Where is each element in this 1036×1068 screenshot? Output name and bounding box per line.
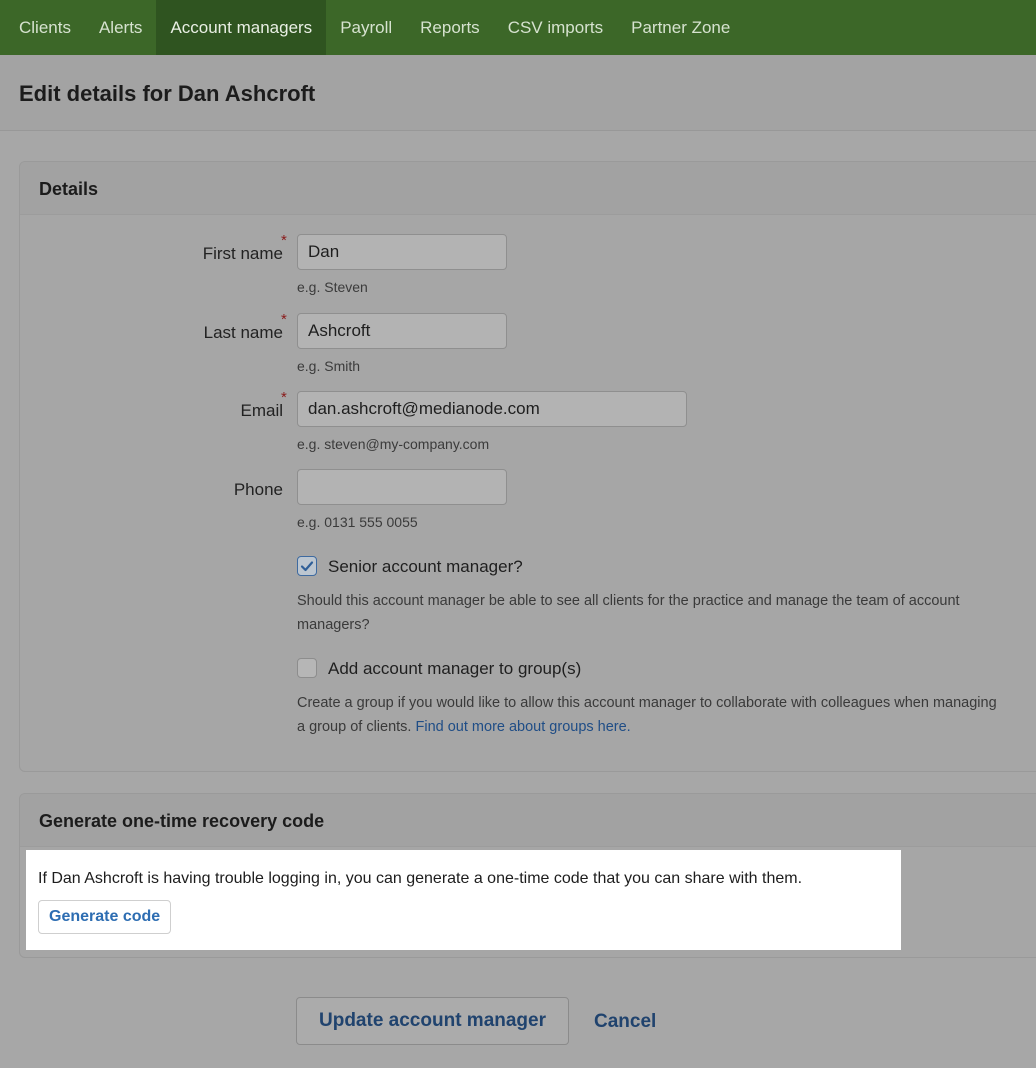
senior-account-manager-checkbox[interactable] — [297, 556, 317, 576]
last-name-required-marker: * — [281, 311, 287, 328]
phone-input[interactable] — [297, 469, 507, 505]
recovery-highlight-box: If Dan Ashcroft is having trouble loggin… — [26, 850, 901, 950]
update-account-manager-button[interactable]: Update account manager — [296, 997, 569, 1045]
email-label: Email — [240, 401, 283, 420]
details-panel-header: Details — [20, 162, 1036, 215]
recovery-description: If Dan Ashcroft is having trouble loggin… — [38, 870, 803, 887]
add-to-groups-checkbox[interactable] — [297, 658, 317, 678]
add-to-groups-description: Create a group if you would like to allo… — [297, 691, 997, 739]
recovery-panel-title: Generate one-time recovery code — [39, 811, 325, 831]
email-required-marker: * — [281, 389, 287, 406]
details-panel: Details First name * e.g. Steven Last na… — [19, 161, 1036, 772]
phone-hint: e.g. 0131 555 0055 — [297, 514, 418, 530]
cancel-link[interactable]: Cancel — [594, 1011, 656, 1033]
top-nav: Clients Alerts Account managers Payroll … — [0, 0, 1036, 55]
page-title: Edit details for Dan Ashcroft — [19, 81, 316, 106]
last-name-label: Last name — [203, 323, 283, 342]
first-name-label: First name — [202, 244, 283, 263]
groups-description-text: Create a group if you would like to allo… — [297, 695, 997, 735]
first-name-hint: e.g. Steven — [297, 279, 368, 295]
first-name-required-marker: * — [281, 232, 287, 249]
recovery-panel-header: Generate one-time recovery code — [20, 794, 1036, 847]
details-panel-title: Details — [39, 179, 99, 199]
nav-item-reports[interactable]: Reports — [406, 0, 494, 55]
page-header: Edit details for Dan Ashcroft — [0, 55, 1036, 131]
email-hint: e.g. steven@my-company.com — [297, 436, 490, 452]
last-name-hint: e.g. Smith — [297, 358, 361, 374]
check-icon — [300, 561, 314, 572]
generate-code-button[interactable]: Generate code — [38, 900, 172, 934]
groups-help-link[interactable]: Find out more about groups here. — [416, 719, 631, 735]
senior-account-manager-description: Should this account manager be able to s… — [297, 593, 960, 633]
phone-label: Phone — [233, 480, 283, 499]
email-input[interactable] — [297, 391, 687, 427]
first-name-input[interactable] — [297, 234, 507, 270]
nav-item-partner-zone[interactable]: Partner Zone — [617, 0, 744, 55]
nav-item-payroll[interactable]: Payroll — [326, 0, 406, 55]
senior-account-manager-label[interactable]: Senior account manager? — [328, 557, 523, 577]
add-to-groups-label[interactable]: Add account manager to group(s) — [328, 659, 581, 679]
nav-item-account-managers[interactable]: Account managers — [156, 0, 327, 55]
nav-item-alerts[interactable]: Alerts — [85, 0, 156, 55]
last-name-input[interactable] — [297, 313, 507, 349]
nav-item-clients[interactable]: Clients — [5, 0, 85, 55]
nav-item-csv-imports[interactable]: CSV imports — [494, 0, 617, 55]
